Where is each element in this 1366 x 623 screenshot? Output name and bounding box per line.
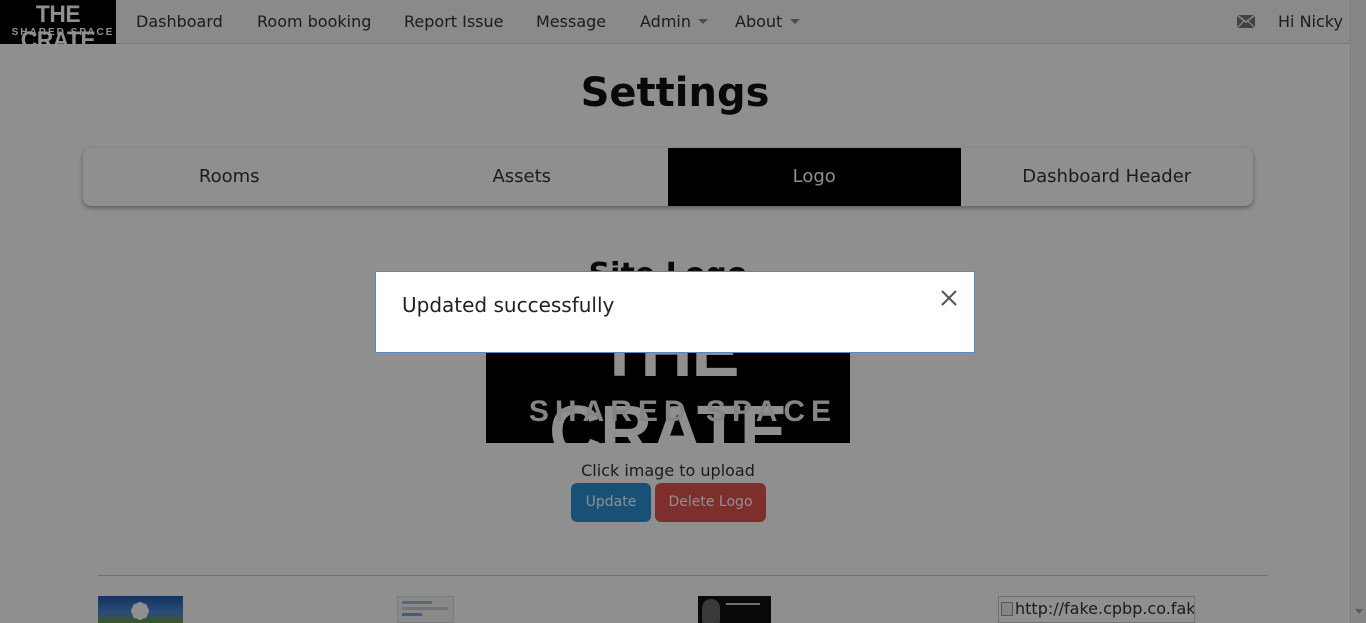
- close-icon[interactable]: [939, 288, 959, 308]
- dialog-message: Updated successfully: [402, 293, 615, 317]
- success-dialog: Updated successfully: [375, 271, 975, 353]
